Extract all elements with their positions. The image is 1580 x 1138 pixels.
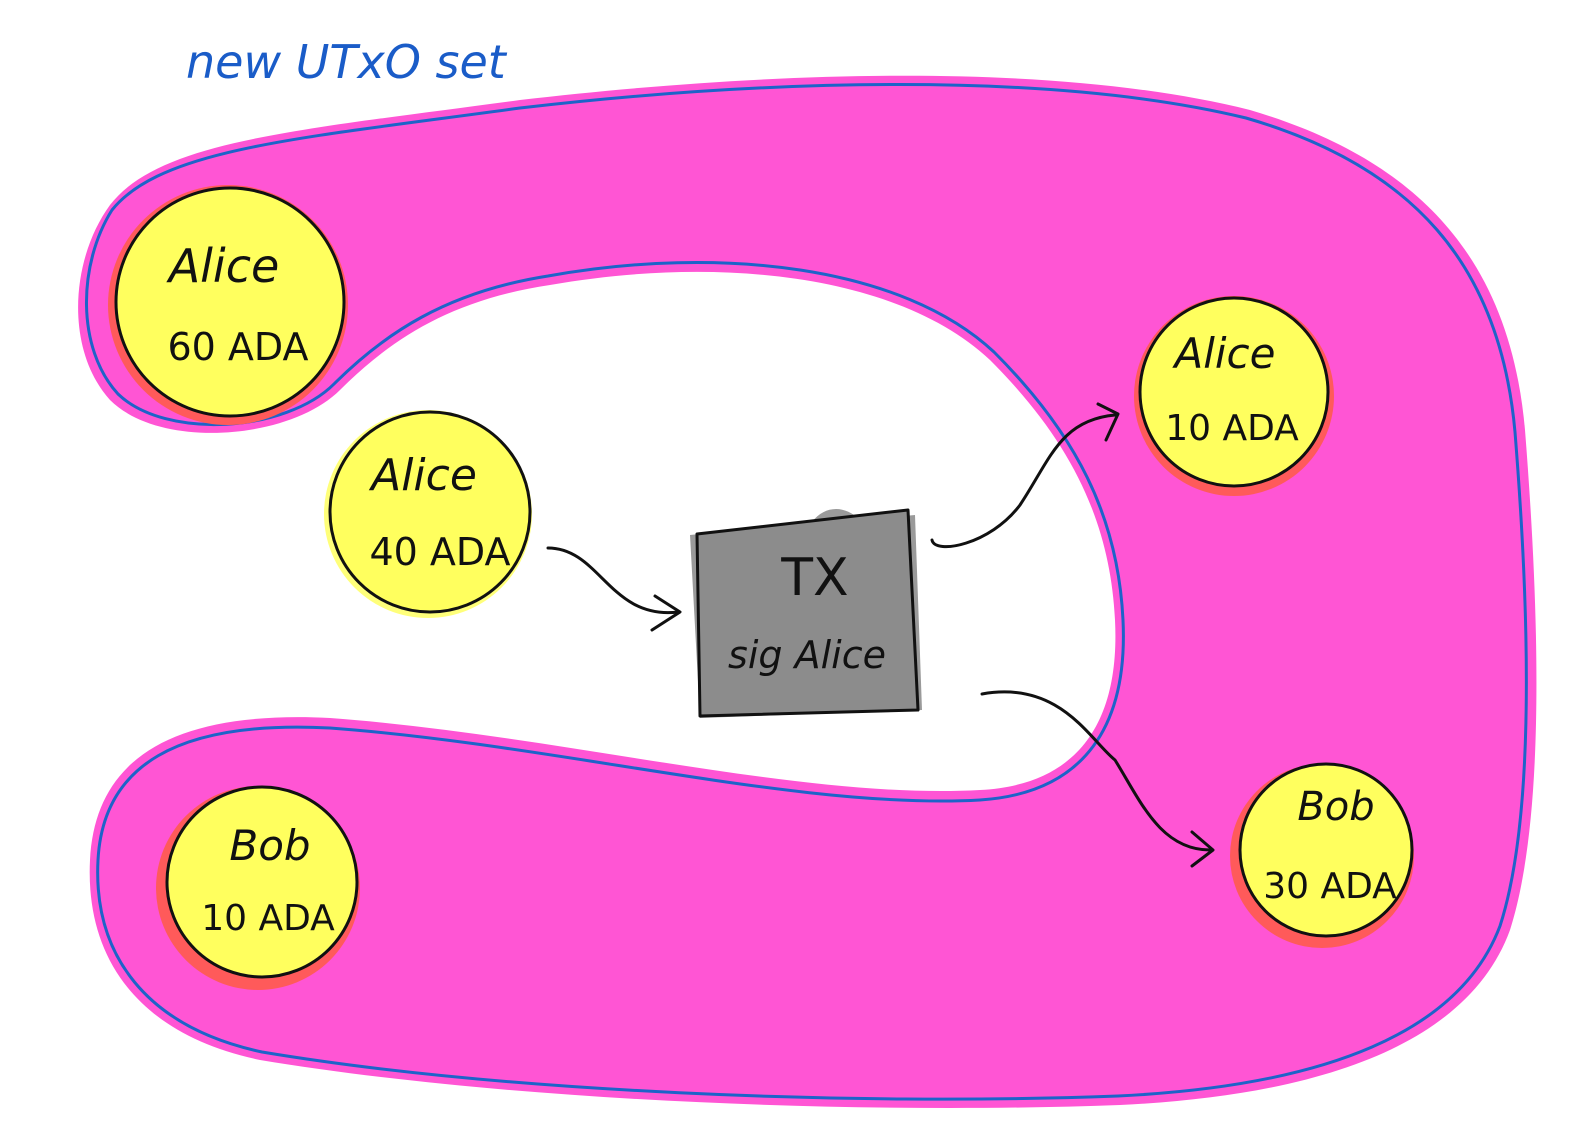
utxo-set-label: new UTxO set <box>186 35 508 89</box>
utxo-alice-40: Alice 40 ADA <box>324 410 532 618</box>
utxo-amount: 60 ADA <box>167 325 308 369</box>
utxo-owner: Alice <box>368 450 477 501</box>
utxo-owner: Alice <box>1171 329 1275 378</box>
utxo-amount: 10 ADA <box>1165 408 1299 449</box>
utxo-alice-60: Alice 60 ADA <box>108 185 348 425</box>
utxo-coin <box>328 410 532 614</box>
arrow-input-to-tx <box>546 546 680 615</box>
utxo-amount: 10 ADA <box>201 898 335 939</box>
utxo-amount: 40 ADA <box>369 530 510 574</box>
utxo-bob-30: Bob 30 ADA <box>1230 762 1414 948</box>
transaction-box-body <box>695 508 920 718</box>
utxo-alice-10: Alice 10 ADA <box>1134 296 1334 496</box>
utxo-amount: 30 ADA <box>1263 866 1397 907</box>
utxo-owner: Bob <box>229 821 310 870</box>
tx-signature: sig Alice <box>728 633 886 677</box>
utxo-diagram: new UTxO set TX sig Alice Alice 60 ADA B… <box>78 35 1537 1108</box>
tx-title: TX <box>780 548 848 608</box>
utxo-owner: Bob <box>1297 784 1374 830</box>
utxo-owner: Alice <box>166 239 280 293</box>
utxo-coin <box>114 186 346 418</box>
utxo-bob-10: Bob 10 ADA <box>156 785 360 990</box>
transaction-box: TX sig Alice <box>690 508 922 718</box>
utxo-coin <box>1138 296 1330 488</box>
utxo-coin <box>165 785 359 979</box>
